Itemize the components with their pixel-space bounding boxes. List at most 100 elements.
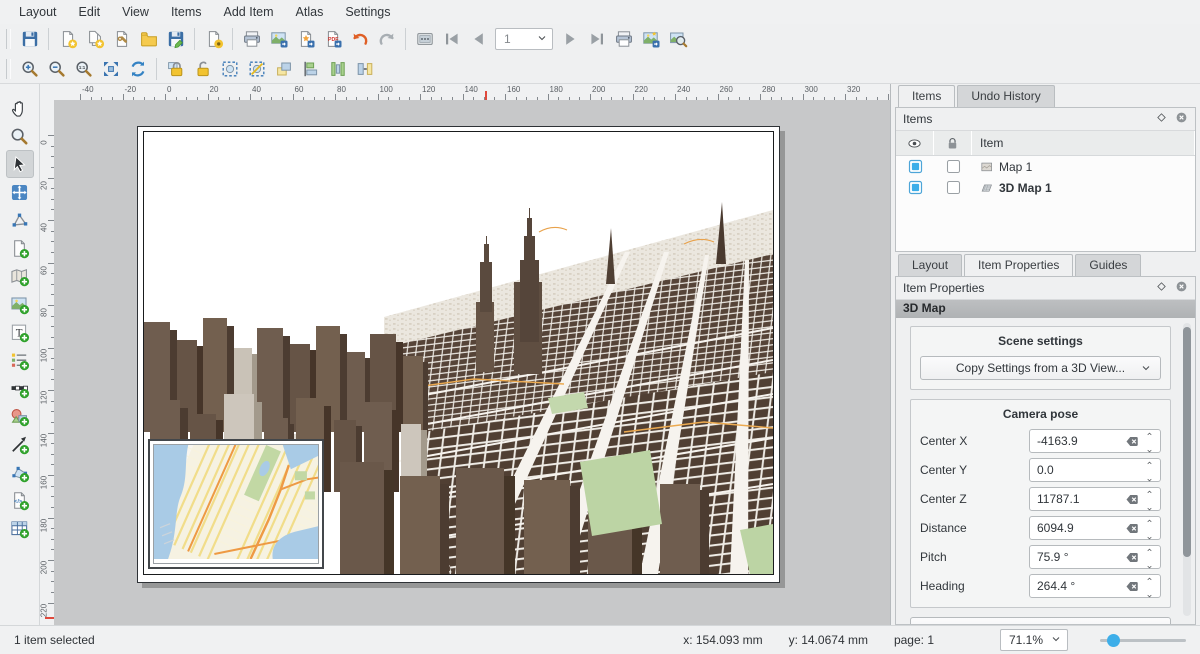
dock-tab-layout[interactable]: Layout	[898, 254, 962, 276]
zoom-in-button[interactable]	[16, 56, 43, 82]
properties-scrollbar[interactable]	[1183, 323, 1191, 616]
spin-up-icon[interactable]	[1145, 571, 1154, 585]
menu-edit[interactable]: Edit	[68, 1, 112, 23]
duplicate-layout-button[interactable]	[81, 26, 108, 52]
float-panel-icon[interactable]	[1155, 280, 1168, 296]
atlas-page-combo[interactable]: 1	[495, 28, 553, 50]
menu-settings[interactable]: Settings	[334, 1, 401, 23]
print-layout-button[interactable]	[238, 26, 265, 52]
save-project-button[interactable]	[16, 26, 43, 52]
float-panel-icon[interactable]	[1155, 111, 1168, 127]
distribute-items-button[interactable]	[324, 56, 351, 82]
center-z-spinbox[interactable]: 11787.1	[1029, 487, 1161, 511]
print-atlas-button[interactable]	[610, 26, 637, 52]
spin-up-icon[interactable]	[1145, 426, 1154, 440]
zoom-out-button[interactable]	[43, 56, 70, 82]
raise-items-button[interactable]	[270, 56, 297, 82]
add-legend-button[interactable]	[6, 346, 34, 374]
add-scalebar-button[interactable]	[6, 374, 34, 402]
zoom-slider[interactable]	[1100, 632, 1186, 648]
spin-buttons[interactable]	[1142, 542, 1157, 573]
spin-buttons[interactable]	[1142, 455, 1157, 486]
spin-buttons[interactable]	[1142, 513, 1157, 544]
menu-add-item[interactable]: Add Item	[213, 1, 285, 23]
items-list-row[interactable]: Map 1	[896, 156, 1195, 177]
select-tool-button[interactable]	[6, 150, 34, 178]
spin-up-icon[interactable]	[1145, 484, 1154, 498]
add-html-button[interactable]: </>	[6, 486, 34, 514]
move-content-tool-button[interactable]	[6, 178, 34, 206]
clear-field-icon[interactable]	[1125, 550, 1140, 565]
menu-view[interactable]: View	[111, 1, 160, 23]
map-item[interactable]	[148, 439, 324, 569]
export-pdf-button[interactable]: PDF	[319, 26, 346, 52]
layout-manager-button[interactable]	[108, 26, 135, 52]
refresh-view-button[interactable]	[124, 56, 151, 82]
distance-spinbox[interactable]: 6094.9	[1029, 516, 1161, 540]
add-from-template-button[interactable]	[200, 26, 227, 52]
menu-atlas[interactable]: Atlas	[285, 1, 335, 23]
visibility-checkbox[interactable]	[896, 159, 934, 174]
atlas-settings-button[interactable]	[411, 26, 438, 52]
dock-tab-items[interactable]: Items	[898, 85, 955, 107]
next-feature-button[interactable]	[556, 26, 583, 52]
zoom-actual-button[interactable]: 1:1	[70, 56, 97, 82]
spin-buttons[interactable]	[1142, 484, 1157, 515]
clear-field-icon[interactable]	[1125, 492, 1140, 507]
add-node-item-button[interactable]	[6, 458, 34, 486]
close-panel-icon[interactable]	[1175, 111, 1188, 127]
zoom-tool-button[interactable]	[6, 122, 34, 150]
set-from-view-button[interactable]: Set from a 3D View...	[910, 617, 1171, 624]
preview-atlas-button[interactable]	[664, 26, 691, 52]
zoom-slider-handle[interactable]	[1107, 634, 1120, 647]
open-folder-button[interactable]	[135, 26, 162, 52]
vertical-ruler[interactable]: 020406080100120140160180200220	[40, 100, 55, 625]
zoom-full-button[interactable]	[97, 56, 124, 82]
add-arrow-button[interactable]	[6, 430, 34, 458]
select-all-button[interactable]	[216, 56, 243, 82]
heading-spinbox[interactable]: 264.4 °	[1029, 574, 1161, 598]
align-items-button[interactable]	[297, 56, 324, 82]
menu-layout[interactable]: Layout	[8, 1, 68, 23]
new-layout-button[interactable]	[54, 26, 81, 52]
add-label-button[interactable]: T	[6, 318, 34, 346]
redo-button[interactable]	[373, 26, 400, 52]
center-x-spinbox[interactable]: -4163.9	[1029, 429, 1161, 453]
undo-button[interactable]	[346, 26, 373, 52]
clear-field-icon[interactable]	[1125, 579, 1140, 594]
spin-down-icon[interactable]	[1145, 588, 1154, 602]
edit-nodes-tool-button[interactable]	[6, 206, 34, 234]
pan-tool-button[interactable]	[6, 94, 34, 122]
spin-buttons[interactable]	[1142, 571, 1157, 602]
lock-checkbox[interactable]	[934, 180, 972, 195]
layout-page[interactable]	[137, 126, 780, 583]
lock-checkbox[interactable]	[934, 159, 972, 174]
add-shape-button[interactable]	[6, 402, 34, 430]
lock-items-button[interactable]	[162, 56, 189, 82]
dock-tab-item-properties[interactable]: Item Properties	[964, 254, 1073, 276]
pitch-spinbox[interactable]: 75.9 °	[1029, 545, 1161, 569]
menu-items[interactable]: Items	[160, 1, 213, 23]
export-image-button[interactable]	[265, 26, 292, 52]
dock-tab-guides[interactable]: Guides	[1075, 254, 1141, 276]
horizontal-ruler[interactable]: -40-200204060801001201401601802002202402…	[40, 84, 890, 101]
center-y-spinbox[interactable]: 0.0	[1029, 458, 1161, 482]
add-picture-button[interactable]	[6, 290, 34, 318]
previous-feature-button[interactable]	[465, 26, 492, 52]
save-as-template-button[interactable]	[162, 26, 189, 52]
last-feature-button[interactable]	[583, 26, 610, 52]
dock-tab-undo-history[interactable]: Undo History	[957, 85, 1054, 107]
spin-buttons[interactable]	[1142, 426, 1157, 457]
clear-field-icon[interactable]	[1125, 521, 1140, 536]
spin-up-icon[interactable]	[1145, 455, 1154, 469]
items-list-row[interactable]: 3D Map 1	[896, 177, 1195, 198]
deselect-all-button[interactable]	[243, 56, 270, 82]
scrollbar-thumb[interactable]	[1183, 327, 1191, 557]
zoom-level-combo[interactable]: 71.1%	[1000, 629, 1068, 651]
close-panel-icon[interactable]	[1175, 280, 1188, 296]
export-svg-button[interactable]	[292, 26, 319, 52]
export-atlas-button[interactable]	[637, 26, 664, 52]
visibility-checkbox[interactable]	[896, 180, 934, 195]
add-map-button[interactable]	[6, 262, 34, 290]
spin-up-icon[interactable]	[1145, 542, 1154, 556]
